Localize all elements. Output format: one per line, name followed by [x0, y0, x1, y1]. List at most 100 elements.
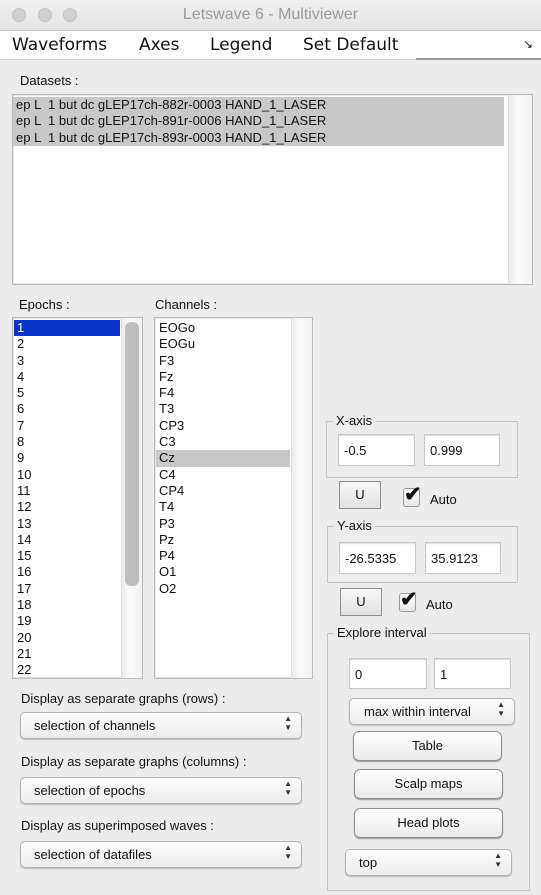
display-superimposed-value: selection of datafiles — [34, 847, 152, 862]
yaxis-u-button[interactable]: U — [340, 588, 382, 616]
explore-start-input[interactable]: 0 — [349, 658, 427, 689]
yaxis-legend: Y-axis — [334, 518, 375, 533]
menu-waveforms[interactable]: Waveforms — [12, 35, 107, 55]
channels-listbox[interactable]: EOGo EOGu F3 Fz F4 T3 CP3 C3 Cz C4 CP4 T4 P3 Pz P4 O1 O2 — [154, 317, 313, 679]
popup-arrows-icon: ▲ ▼ — [284, 714, 292, 732]
explore-position-select[interactable]: top ▲ ▼ — [345, 849, 512, 876]
display-columns-label: Display as separate graphs (columns) : — [21, 754, 247, 769]
channel-item[interactable]: CP3 — [156, 418, 290, 434]
epochs-label: Epochs : — [19, 297, 70, 312]
epoch-item[interactable]: 10 — [14, 467, 120, 483]
popup-arrows-icon: ▲ ▼ — [284, 779, 292, 797]
channel-item[interactable]: O2 — [156, 581, 290, 597]
epoch-item[interactable]: 14 — [14, 532, 120, 548]
epoch-item[interactable]: 22 — [14, 662, 120, 678]
display-rows-value: selection of channels — [34, 718, 156, 733]
explore-mode-select[interactable]: max within interval ▲ ▼ — [349, 698, 515, 725]
scalp-maps-button[interactable]: Scalp maps — [354, 769, 503, 799]
popup-arrows-icon: ▲ ▼ — [284, 843, 292, 861]
epoch-item[interactable]: 3 — [14, 353, 120, 369]
epoch-item[interactable]: 2 — [14, 336, 120, 352]
datasets-listbox[interactable]: ep L 1 but dc gLEP17ch-882r-0003 HAND_1_… — [12, 94, 533, 285]
display-columns-select[interactable]: selection of epochs ▲ ▼ — [20, 777, 302, 804]
channel-item[interactable]: Pz — [156, 532, 290, 548]
channel-item[interactable]: CP4 — [156, 483, 290, 499]
channel-item[interactable]: C3 — [156, 434, 290, 450]
explore-interval-legend: Explore interval — [334, 625, 430, 640]
epoch-item[interactable]: 1 — [14, 320, 120, 337]
epoch-item[interactable]: 17 — [14, 581, 120, 597]
explore-mode-value: max within interval — [364, 704, 471, 719]
channels-scrollbar[interactable] — [291, 318, 312, 678]
explore-end-input[interactable]: 1 — [434, 658, 511, 689]
epochs-scroll-thumb[interactable] — [125, 322, 139, 586]
channel-item[interactable]: F4 — [156, 385, 290, 401]
yaxis-max-input[interactable]: 35.9123 — [425, 542, 501, 574]
xaxis-group: X-axis -0.5 0.999 — [326, 413, 518, 478]
display-superimposed-select[interactable]: selection of datafiles ▲ ▼ — [20, 841, 302, 868]
epoch-item[interactable]: 8 — [14, 434, 120, 450]
epoch-item[interactable]: 19 — [14, 613, 120, 629]
epoch-item[interactable]: 21 — [14, 646, 120, 662]
xaxis-auto-label: Auto — [430, 492, 457, 507]
channels-label: Channels : — [155, 297, 218, 312]
menubar-divider — [416, 58, 541, 60]
epochs-listbox[interactable]: 1 2 3 4 5 6 7 8 9 10 11 12 13 14 15 16 17 18 19 20 21 22 — [12, 317, 143, 679]
yaxis-group: Y-axis -26.5335 35.9123 — [327, 518, 518, 583]
menu-bar: Waveforms Axes Legend Set Default ↘ — [0, 31, 541, 60]
title-bar: Letswave 6 - Multiviewer — [0, 0, 541, 31]
xaxis-legend: X-axis — [333, 413, 376, 428]
display-columns-value: selection of epochs — [34, 783, 146, 798]
xaxis-u-button[interactable]: U — [339, 481, 381, 509]
popup-arrows-icon: ▲ ▼ — [494, 851, 502, 869]
yaxis-auto-label: Auto — [426, 597, 453, 612]
xaxis-auto-checkbox[interactable]: ✔ — [403, 483, 422, 507]
menu-set-default[interactable]: Set Default — [303, 35, 398, 55]
channel-item[interactable]: T3 — [156, 401, 290, 417]
epoch-item[interactable]: 4 — [14, 369, 120, 385]
datasets-label: Datasets : — [20, 73, 79, 88]
xaxis-min-input[interactable]: -0.5 — [338, 434, 415, 466]
menu-legend[interactable]: Legend — [210, 35, 272, 55]
resize-arrow-icon[interactable]: ↘ — [523, 37, 533, 51]
epochs-scrollbar[interactable] — [121, 318, 142, 678]
epoch-item[interactable]: 20 — [14, 630, 120, 646]
display-rows-select[interactable]: selection of channels ▲ ▼ — [20, 712, 302, 739]
epoch-item[interactable]: 11 — [14, 483, 120, 499]
menu-axes[interactable]: Axes — [139, 35, 179, 55]
channel-item[interactable]: P3 — [156, 516, 290, 532]
head-plots-button[interactable]: Head plots — [354, 808, 503, 838]
epoch-item[interactable]: 12 — [14, 499, 120, 515]
channel-item[interactable]: Cz — [156, 450, 290, 467]
epoch-item[interactable]: 18 — [14, 597, 120, 613]
epoch-item[interactable]: 6 — [14, 401, 120, 417]
display-superimposed-label: Display as superimposed waves : — [21, 818, 214, 833]
display-rows-label: Display as separate graphs (rows) : — [21, 691, 226, 706]
channel-item[interactable]: T4 — [156, 499, 290, 515]
channel-item[interactable]: EOGu — [156, 336, 290, 352]
channel-item[interactable]: EOGo — [156, 320, 290, 336]
checkmark-icon: ✔ — [400, 588, 418, 611]
dataset-item[interactable]: ep L 1 but dc gLEP17ch-882r-0003 HAND_1_… — [13, 97, 504, 114]
channel-item[interactable]: O1 — [156, 564, 290, 580]
yaxis-auto-checkbox[interactable]: ✔ — [399, 588, 418, 612]
dataset-item[interactable]: ep L 1 but dc gLEP17ch-891r-0006 HAND_1_… — [13, 113, 504, 130]
epoch-item[interactable]: 16 — [14, 564, 120, 580]
epoch-item[interactable]: 5 — [14, 385, 120, 401]
channel-item[interactable]: F3 — [156, 353, 290, 369]
popup-arrows-icon: ▲ ▼ — [497, 700, 505, 718]
dataset-item[interactable]: ep L 1 but dc gLEP17ch-893r-0003 HAND_1_… — [13, 129, 504, 146]
epoch-item[interactable]: 13 — [14, 516, 120, 532]
explore-interval-group: Explore interval 0 1 max within interval… — [327, 625, 530, 891]
channel-item[interactable]: Fz — [156, 369, 290, 385]
xaxis-max-input[interactable]: 0.999 — [424, 434, 500, 466]
checkmark-icon: ✔ — [404, 483, 422, 506]
epoch-item[interactable]: 15 — [14, 548, 120, 564]
epoch-item[interactable]: 9 — [14, 450, 120, 466]
channel-item[interactable]: P4 — [156, 548, 290, 564]
table-button[interactable]: Table — [353, 731, 502, 761]
epoch-item[interactable]: 7 — [14, 418, 120, 434]
datasets-scrollbar[interactable] — [508, 95, 532, 284]
channel-item[interactable]: C4 — [156, 467, 290, 483]
yaxis-min-input[interactable]: -26.5335 — [339, 542, 416, 574]
